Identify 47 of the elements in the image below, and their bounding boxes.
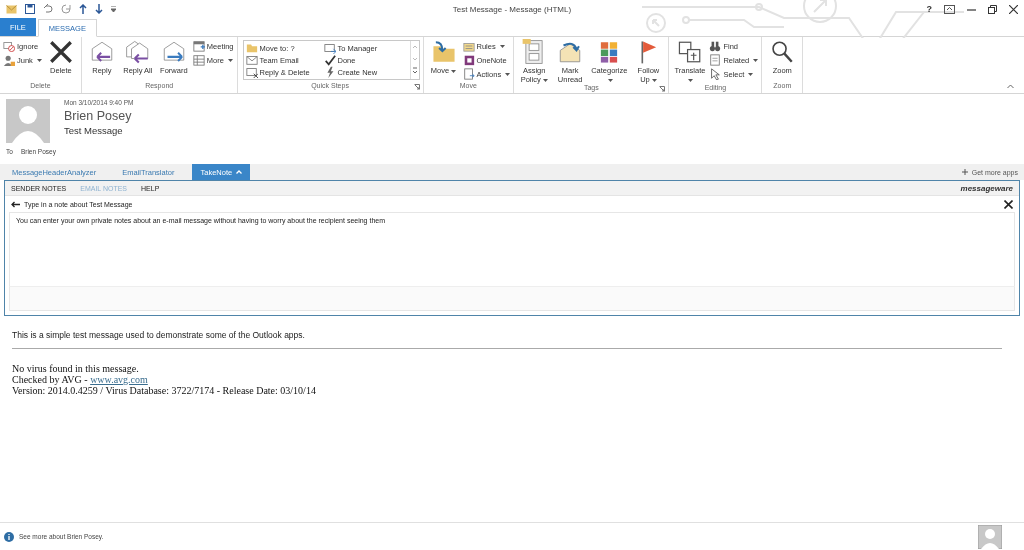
envelope-icon xyxy=(245,66,258,78)
avatar-icon xyxy=(6,99,50,143)
document-icon xyxy=(462,68,475,80)
checked-by-text: Checked by AVG - www.avg.com xyxy=(12,374,149,385)
plus-icon xyxy=(961,169,968,175)
onenote-icon xyxy=(462,54,475,66)
grid-icon xyxy=(192,54,205,66)
calendar-icon xyxy=(192,40,205,52)
save-icon[interactable] xyxy=(25,4,35,14)
down-arrow-icon[interactable] xyxy=(95,4,103,14)
up-arrow-icon[interactable] xyxy=(79,4,87,14)
sender-name[interactable]: Brien Posey xyxy=(64,109,134,123)
document-icon xyxy=(709,54,722,66)
customize-caret-icon[interactable] xyxy=(111,6,116,12)
dialog-launcher-icon[interactable] xyxy=(413,84,420,90)
restore-icon[interactable] xyxy=(988,4,997,14)
cursor-icon xyxy=(709,68,722,80)
window-title: Test Message - Message (HTML) xyxy=(451,4,573,14)
help-button[interactable]: ? xyxy=(926,4,932,14)
close-icon[interactable] xyxy=(1009,4,1018,14)
translate-icon xyxy=(676,39,703,65)
delete-icon xyxy=(47,39,74,65)
collapse-caret-icon xyxy=(236,170,243,174)
folder-icon xyxy=(245,42,258,54)
folder-icon xyxy=(430,39,457,65)
mail-icon[interactable] xyxy=(6,4,17,14)
check-icon xyxy=(323,54,336,66)
redo-icon[interactable] xyxy=(61,4,71,14)
message-body-text: This is a simple test message used to demonstrate some of the Outlook apps. xyxy=(12,330,306,340)
virus-scan-text: No virus found in this message. xyxy=(12,363,140,374)
envelope-icon xyxy=(124,39,151,65)
person-icon xyxy=(3,54,15,66)
ignore-icon xyxy=(3,40,15,52)
info-icon xyxy=(4,531,14,542)
dialog-launcher-icon[interactable] xyxy=(659,86,666,92)
envelope-icon xyxy=(323,42,336,54)
envelope-icon xyxy=(245,54,258,66)
ribbon-display-icon[interactable] xyxy=(944,4,955,14)
messageware-logo: messageware xyxy=(960,183,1013,193)
avg-link[interactable]: www.avg.com xyxy=(90,374,148,385)
back-arrow-icon[interactable] xyxy=(11,200,20,208)
close-icon[interactable] xyxy=(1004,199,1013,209)
version-text: Version: 2014.0.4259 / Virus Database: 3722/7174 - Release Date: 03/10/14 xyxy=(12,385,317,396)
rules-icon xyxy=(462,40,475,52)
binoculars-icon xyxy=(709,40,722,52)
message-subject: Test Message xyxy=(64,125,124,136)
undo-icon[interactable] xyxy=(43,4,53,14)
